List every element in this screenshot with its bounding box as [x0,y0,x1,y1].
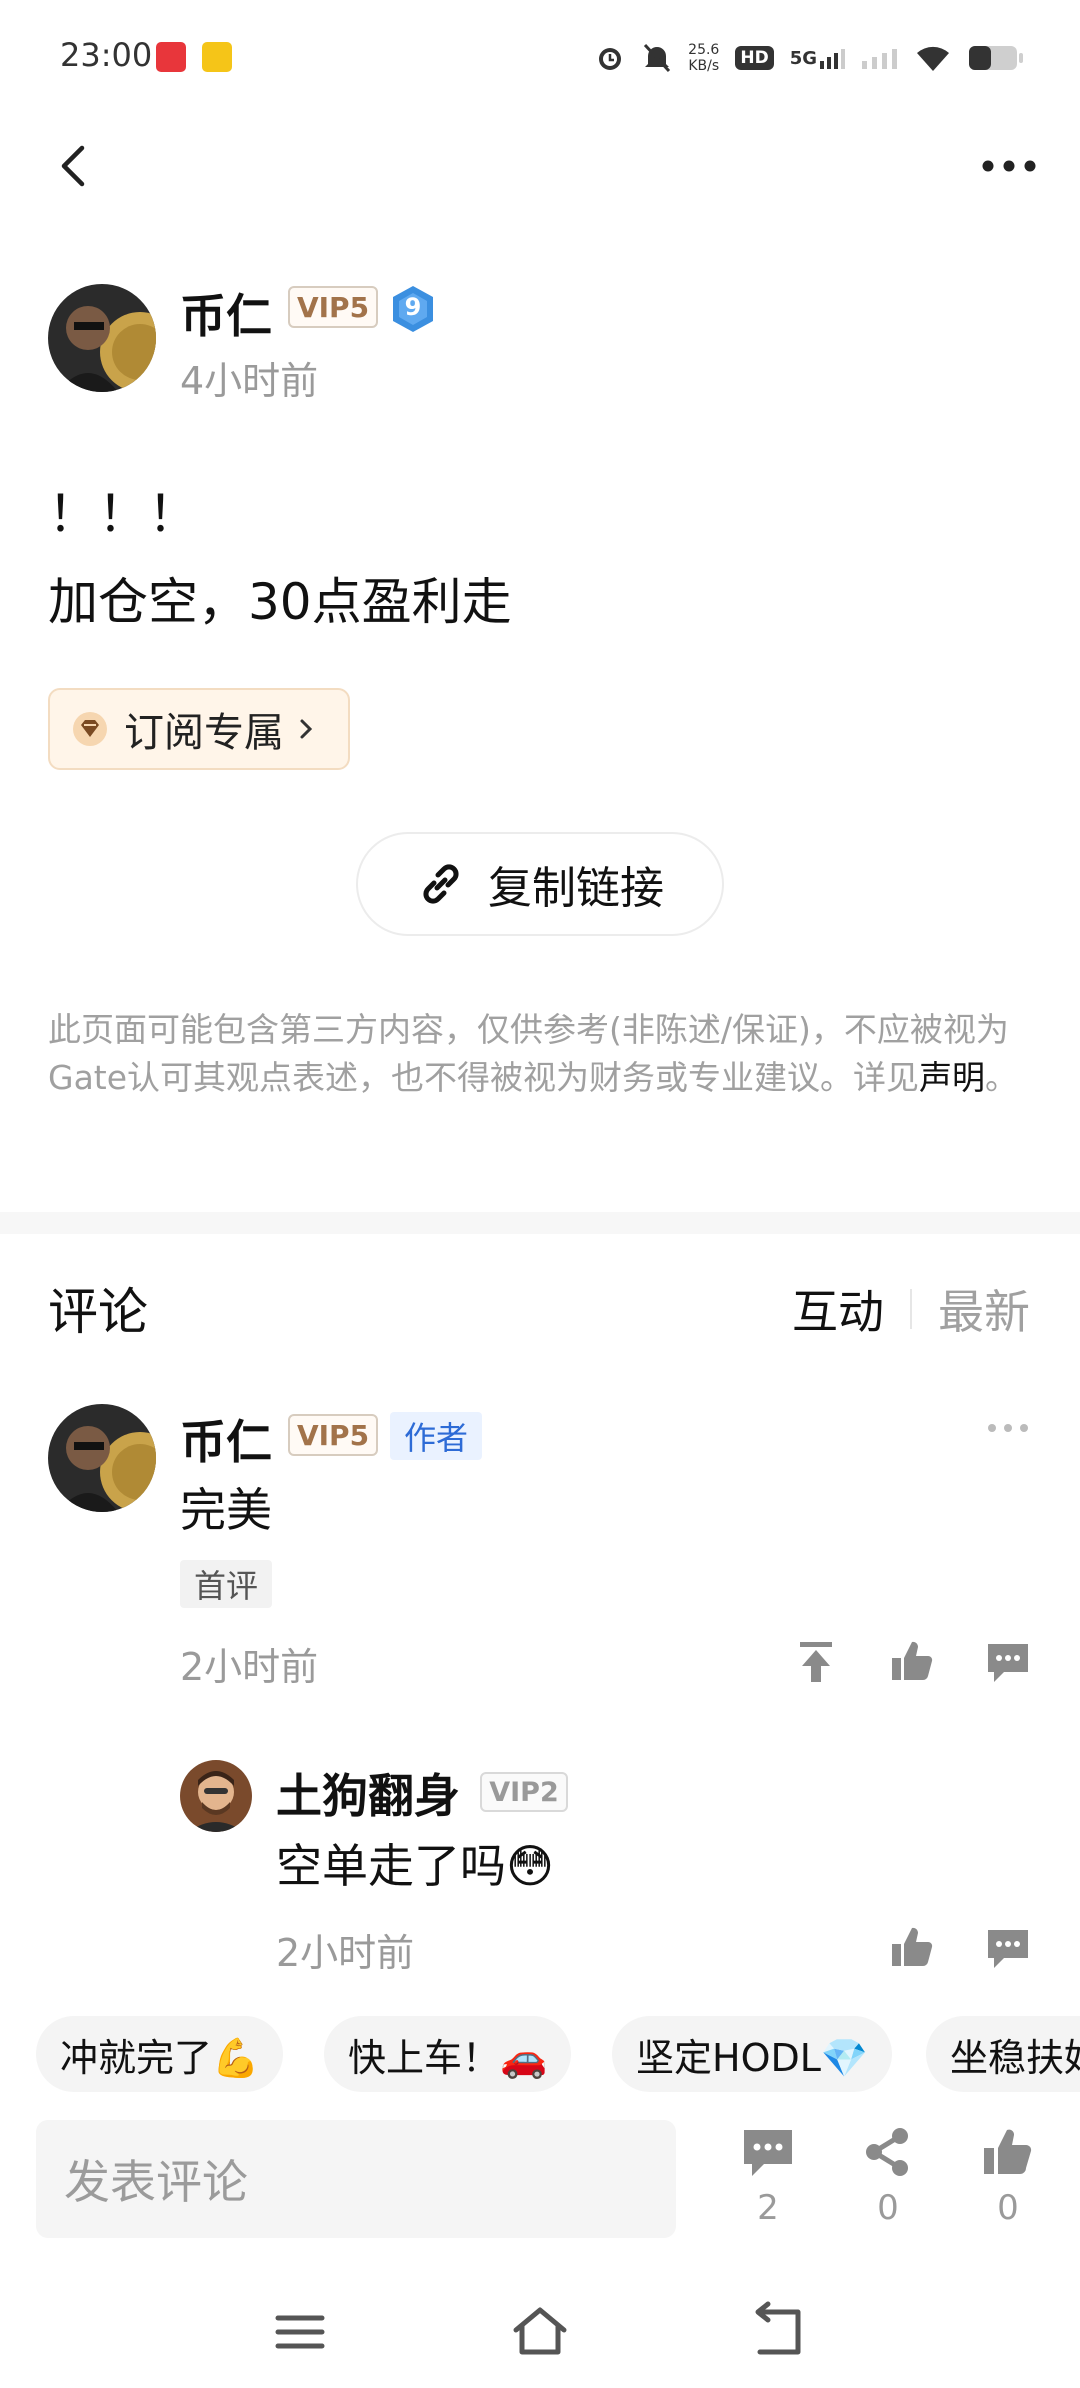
comment-text: 完美 [180,1483,272,1537]
comments-count: 2 [757,2188,779,2228]
quick-reply-chip[interactable]: 坚定HODL💎 [612,2016,893,2092]
share-count: 0 [877,2188,899,2228]
comment-text: 空单走了吗😳 [276,1839,554,1893]
signal-2-icon [862,49,897,69]
commenter-avatar[interactable] [180,1760,252,1832]
top-nav [0,112,1080,222]
signal-5g: 5G [790,47,846,69]
avatar-image [48,1404,156,1512]
quick-reply-chip[interactable]: 冲就完了💪 [36,2016,284,2092]
more-dots-icon [982,160,1036,172]
copy-link-button[interactable]: 复制链接 [356,832,724,936]
speed-unit: KB/s [688,58,720,74]
tab-interactive[interactable]: 互动 [792,1276,884,1342]
thumbs-up-icon [984,2129,1032,2174]
post-content: ！！！ 加仓空，30点盈利走 [48,470,1028,646]
post-line: 加仓空，30点盈利走 [48,573,512,631]
tab-latest[interactable]: 最新 [938,1276,1030,1342]
comment-more-icon[interactable] [986,1418,1030,1438]
reply-icon[interactable] [984,1638,1032,1686]
comment-time: 2小时前 [180,1645,319,1689]
disclaimer-link[interactable]: 声明 [919,1058,985,1097]
disclaimer-text: 此页面可能包含第三方内容，仅供参考(非陈述/保证)，不应被视为Gate认可其观点… [48,1010,1009,1097]
avatar-image [48,284,156,392]
post-line: ！！！ [48,485,198,543]
author-tag: 作者 [390,1412,482,1460]
comment-icon [744,2130,792,2176]
speed-value: 25.6 [688,42,720,58]
avatar-image [180,1760,252,1832]
status-time: 23:00 [60,36,153,74]
comment-time: 2小时前 [276,1931,415,1975]
notification-app-icon [156,42,186,72]
share-button[interactable]: 0 [848,2126,928,2236]
level-badge: 9 [390,284,436,334]
mute-icon [644,43,671,73]
tab-separator [910,1289,912,1329]
quick-reply-row: 冲就完了💪 快上车！🚗 坚定HODL💎 坐稳扶好 [0,2016,1080,2096]
back-button[interactable] [48,138,104,194]
like-count: 0 [997,2188,1019,2228]
comments-count-button[interactable]: 2 [728,2126,808,2236]
author-avatar[interactable] [48,284,156,392]
signal-icon [820,49,845,69]
link-icon [423,864,459,904]
pin-top-icon[interactable] [792,1638,840,1686]
vip-badge: VIP5 [288,286,378,328]
quick-reply-chip[interactable]: 快上车！🚗 [324,2016,572,2092]
network-speed: 25.6 KB/s [688,42,719,74]
network-label: 5G [789,48,817,69]
first-comment-tag: 首评 [180,1560,272,1608]
commenter-avatar[interactable] [48,1404,156,1512]
chevron-left-icon [61,145,85,187]
vip-badge: VIP2 [480,1772,568,1812]
wifi-icon [917,46,949,71]
disclaimer-end: 。 [985,1058,1019,1097]
copy-link-label: 复制链接 [488,863,664,914]
level-number: 9 [404,293,422,321]
like-button[interactable]: 0 [968,2126,1048,2236]
system-nav-bar [0,2280,1080,2388]
battery-icon [969,46,1023,70]
comments-title: 评论 [48,1283,148,1341]
status-bar: 23:00 25.6 KB/s HD 5G [0,0,1080,112]
reply-icon[interactable] [984,1924,1032,1972]
section-divider [0,1212,1080,1234]
post-time: 4小时前 [180,359,319,403]
thumbs-up-icon[interactable] [888,1924,936,1972]
more-options-button[interactable] [974,138,1044,194]
menu-icon[interactable] [268,2300,332,2364]
back-nav-icon[interactable] [748,2300,812,2364]
comment-input[interactable]: 发表评论 [36,2120,676,2238]
thumbs-up-icon[interactable] [888,1638,936,1686]
notification-app-icon [202,42,232,72]
share-icon [866,2128,908,2176]
disclaimer: 此页面可能包含第三方内容，仅供参考(非陈述/保证)，不应被视为Gate认可其观点… [48,1006,1033,1102]
quick-reply-chip[interactable]: 坐稳扶好 [926,2016,1080,2092]
comment-sort-tabs: 互动 最新 [792,1276,1030,1342]
commenter-name[interactable]: 币仁 [180,1406,272,1472]
home-icon[interactable] [508,2300,572,2364]
commenter-name[interactable]: 土狗翻身 [276,1760,460,1826]
status-icons: 25.6 KB/s HD 5G [594,36,1024,80]
alarm-icon [599,48,622,70]
hd-badge: HD [735,46,774,70]
chevron-right-icon [300,719,313,739]
subscription-label: 订阅专属 [124,710,284,756]
diamond-icon [73,712,107,746]
subscription-exclusive-button[interactable]: 订阅专属 [48,688,350,770]
vip-badge: VIP5 [288,1414,378,1456]
author-name[interactable]: 币仁 [180,280,272,346]
